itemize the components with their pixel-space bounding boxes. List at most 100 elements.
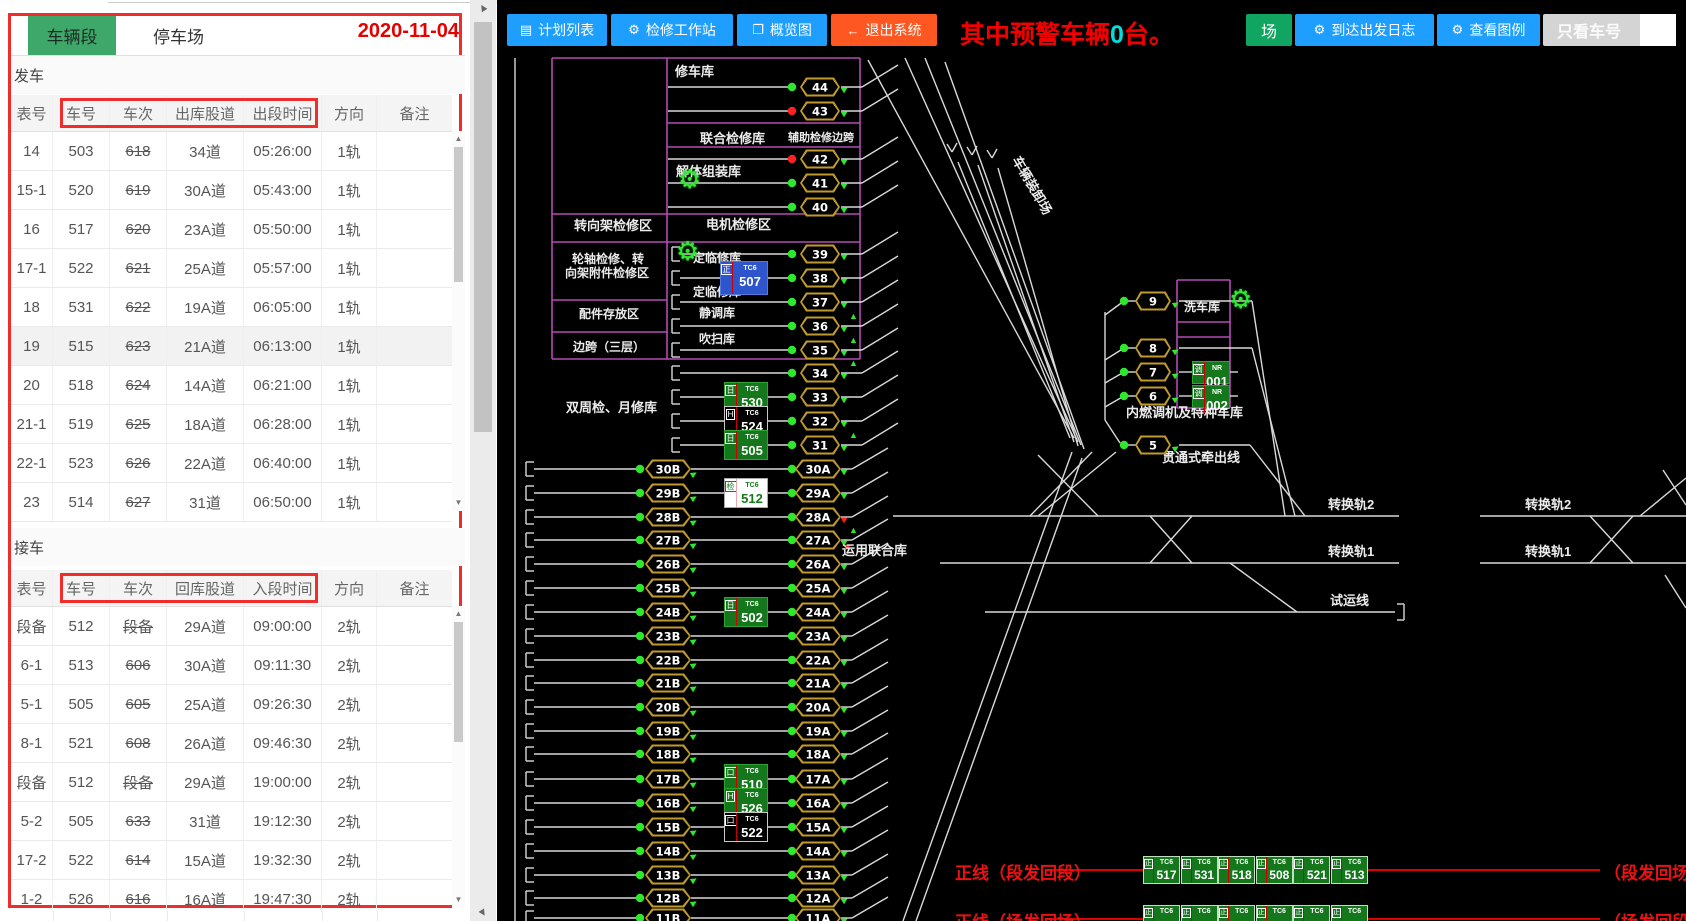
scroll-down-arrow[interactable]: ▼ (452, 894, 465, 906)
track-badge[interactable]: 27B (645, 531, 691, 550)
overview-button[interactable]: ❐概览图 (737, 14, 827, 46)
table-row[interactable]: 段备512段备29A道09:00:002轨 (11, 607, 452, 646)
repair-workstation-button[interactable]: ⚙检修工作站 (611, 14, 733, 46)
track-badge[interactable]: 30A (795, 460, 841, 479)
track-badge[interactable]: 15B (645, 818, 691, 837)
track-badge[interactable]: 24A (795, 603, 841, 622)
track-badge[interactable]: 19A (795, 722, 841, 741)
track-badge[interactable]: 26B (645, 555, 691, 574)
track-badge[interactable]: 18A (795, 745, 841, 764)
track-badge[interactable]: 43 (800, 102, 840, 121)
track-badge[interactable]: 24B (645, 603, 691, 622)
train-box[interactable]: 日TC6502 (724, 597, 768, 627)
mainline-train-box[interactable]: 正TC6508 (1256, 856, 1293, 884)
track-badge[interactable]: 32 (800, 412, 840, 431)
track-badge[interactable]: 11B (645, 909, 691, 921)
track-badge[interactable]: 23A (795, 627, 841, 646)
table-row[interactable]: 8-152160826A道09:46:302轨 (11, 724, 452, 763)
track-badge[interactable]: 33 (800, 388, 840, 407)
only-car-no-toggle[interactable]: 只看车号 (1543, 14, 1676, 46)
track-badge[interactable]: 36 (800, 317, 840, 336)
track-badge[interactable]: 14A (795, 842, 841, 861)
view-legend-button[interactable]: ⚙查看图例 (1437, 14, 1540, 46)
exit-system-button[interactable]: ←退出系统 (831, 14, 937, 46)
scroll-down-arrow[interactable]: ▼ (452, 497, 465, 509)
track-badge[interactable]: 9 (1135, 292, 1171, 311)
track-badge[interactable]: 22B (645, 651, 691, 670)
track-badge[interactable]: 17A (795, 770, 841, 789)
train-box[interactable]: 调NR001 (1192, 361, 1230, 384)
train-box[interactable]: 正TC6507 (720, 261, 768, 295)
scroll-up-arrow[interactable]: ▲ (452, 608, 465, 620)
arrive-table-scrollbar[interactable]: ▲ ▼ (452, 606, 465, 908)
table-row[interactable]: 17-152262125A道05:57:001轨 (11, 249, 452, 288)
track-badge[interactable]: 6 (1135, 387, 1171, 406)
mainline-train-box[interactable]: 正TC6517 (1143, 856, 1180, 884)
track-badge[interactable]: 26A (795, 555, 841, 574)
track-badge[interactable]: 25B (645, 579, 691, 598)
track-badge[interactable]: 34 (800, 364, 840, 383)
mainline-train-box[interactable]: 正TC6 (1256, 905, 1293, 921)
track-badge[interactable]: 17B (645, 770, 691, 789)
scroll-up-arrow[interactable]: ▲ (452, 133, 465, 145)
track-badge[interactable]: 20A (795, 698, 841, 717)
track-badge[interactable]: 39 (800, 245, 840, 264)
tab-parking-lot[interactable]: 停车场 (116, 16, 241, 55)
track-badge[interactable]: 19B (645, 722, 691, 741)
track-badge[interactable]: 28A (795, 508, 841, 527)
table-row[interactable]: 17-252261415A道19:32:302轨 (11, 841, 452, 880)
panel-scrollbar[interactable]: ▲ ▼ (470, 0, 496, 921)
mainline-train-box[interactable]: 正TC6 (1293, 905, 1330, 921)
mainline-train-box[interactable]: 正TC6521 (1293, 856, 1330, 884)
table-row[interactable]: 2051862414A道06:21:001轨 (11, 366, 452, 405)
track-badge[interactable]: 25A (795, 579, 841, 598)
train-box[interactable]: 口TC6522 (724, 812, 768, 842)
scroll-up-arrow[interactable]: ▲ (470, 0, 496, 18)
track-badge[interactable]: 20B (645, 698, 691, 717)
mainline-train-box[interactable]: 正TC6 (1218, 905, 1255, 921)
track-badge[interactable]: 7 (1135, 363, 1171, 382)
mainline-train-box[interactable]: 正TC6531 (1181, 856, 1218, 884)
track-badge[interactable]: 15A (795, 818, 841, 837)
table-row[interactable]: 21-151962518A道06:28:001轨 (11, 405, 452, 444)
track-badge[interactable]: 8 (1135, 339, 1171, 358)
tab-depot[interactable]: 车辆段 (28, 16, 116, 55)
track-badge[interactable]: 28B (645, 508, 691, 527)
track-badge[interactable]: 35 (800, 341, 840, 360)
track-badge[interactable]: 16B (645, 794, 691, 813)
yard-switch-button[interactable]: 场 (1246, 14, 1292, 46)
table-row[interactable]: 22-152362622A道06:40:001轨 (11, 444, 452, 483)
track-badge[interactable]: 38 (800, 269, 840, 288)
toggle-knob[interactable] (1640, 14, 1676, 46)
mainline-train-box[interactable]: 正TC6 (1143, 905, 1180, 921)
track-badge[interactable]: 31 (800, 436, 840, 455)
plan-list-button[interactable]: ▤计划列表 (507, 14, 607, 46)
table-row[interactable]: 5-150560525A道09:26:302轨 (11, 685, 452, 724)
track-badge[interactable]: 41 (800, 174, 840, 193)
table-row[interactable]: 段备512段备29A道19:00:002轨 (11, 763, 452, 802)
train-box[interactable]: 日TC6505 (724, 430, 768, 460)
scroll-thumb[interactable] (474, 22, 492, 432)
track-badge[interactable]: 30B (645, 460, 691, 479)
mainline-train-box[interactable]: 正TC6 (1181, 905, 1218, 921)
track-badge[interactable]: 44 (800, 78, 840, 97)
track-badge[interactable]: 11A (795, 909, 841, 921)
track-badge[interactable]: 37 (800, 293, 840, 312)
table-row[interactable]: 15-152061930A道05:43:001轨 (11, 171, 452, 210)
track-badge[interactable]: 5 (1135, 436, 1171, 455)
track-badge[interactable]: 23B (645, 627, 691, 646)
track-badge[interactable]: 27A (795, 531, 841, 550)
table-row[interactable]: 6-151360630A道09:11:302轨 (11, 646, 452, 685)
table-row[interactable]: 5-250563331道19:12:302轨 (11, 802, 452, 841)
track-badge[interactable]: 18B (645, 745, 691, 764)
table-row[interactable]: 1450361834道05:26:001轨 (11, 132, 452, 171)
mainline-train-box[interactable]: 正TC6518 (1218, 856, 1255, 884)
mainline-train-box[interactable]: 正TC6 (1331, 905, 1368, 921)
scroll-down-arrow[interactable]: ▼ (470, 903, 496, 921)
scroll-thumb[interactable] (454, 147, 463, 282)
track-badge[interactable]: 29B (645, 484, 691, 503)
train-box[interactable]: 检TC6512 (724, 478, 768, 508)
table-row[interactable]: 1651762023A道05:50:001轨 (11, 210, 452, 249)
track-badge[interactable]: 12A (795, 889, 841, 908)
track-badge[interactable]: 42 (800, 150, 840, 169)
